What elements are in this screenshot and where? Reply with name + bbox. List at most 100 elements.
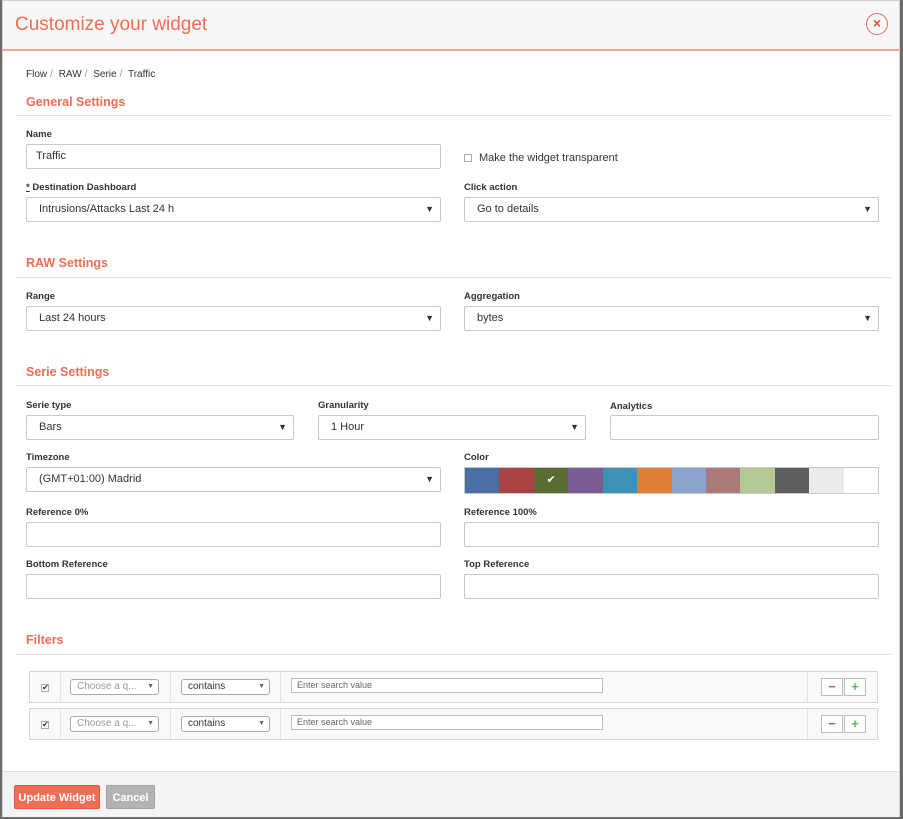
filter-row: ✔ Choose a q... ▼ contains ▼ Enter search … [29,671,878,703]
filter-operator-value: contains [188,681,226,692]
add-filter-button[interactable]: + [844,715,866,733]
reference-0-label: Reference 0% [26,507,89,518]
modal-footer: Update Widget Cancel [3,771,899,817]
range-label: Range [26,291,56,302]
filter-field-select[interactable]: Choose a q... ▼ [70,716,159,732]
click-action-value: Go to details [477,203,539,215]
add-filter-button[interactable]: + [844,678,866,696]
general-settings-heading: General Settings [26,95,126,109]
color-swatch[interactable] [602,468,638,493]
reference-100-label: Reference 100% [464,507,537,518]
filter-enabled-checkbox[interactable]: ✔ [41,684,49,692]
top-reference-label: Top Reference [464,559,530,570]
transparent-label: Make the widget transparent [479,152,618,164]
aggregation-value: bytes [477,312,504,324]
modal-header: Customize your widget × [3,1,899,51]
filters-table: ✔ Choose a q... ▼ contains ▼ Enter search … [29,671,878,745]
breadcrumb-item: Traffic [127,69,156,80]
granularity-select[interactable]: 1 Hour ▼ [318,415,586,440]
remove-filter-button[interactable]: − [821,715,843,733]
color-swatch[interactable] [568,468,603,493]
color-palette: ✔ [464,467,879,494]
caret-down-icon: ▼ [147,683,154,690]
serie-type-label: Serie type [26,400,72,411]
destination-dashboard-label-text: Destination Dashboard [32,182,137,193]
filter-field-select[interactable]: Choose a q... ▼ [70,679,159,695]
breadcrumb: Flow / RAW / Serie / Traffic [26,69,156,80]
caret-down-icon: ▼ [258,720,265,727]
serie-type-select[interactable]: Bars ▼ [26,415,294,440]
granularity-value: 1 Hour [331,421,365,433]
analytics-input[interactable] [610,415,879,440]
close-icon[interactable]: × [866,13,888,35]
caret-down-icon: ▼ [863,204,872,214]
cancel-button[interactable]: Cancel [106,785,155,809]
color-swatch[interactable] [843,468,879,493]
filter-field-placeholder: Choose a q... [77,718,137,729]
breadcrumb-item[interactable]: RAW [59,69,82,80]
top-reference-input[interactable] [464,574,879,599]
filter-value-input[interactable]: Enter search value [291,715,603,730]
divider [15,115,891,116]
range-value: Last 24 hours [39,312,106,324]
name-input[interactable]: Traffic [26,144,441,169]
serie-settings-heading: Serie Settings [26,365,110,379]
caret-down-icon: ▼ [863,313,872,323]
customize-widget-modal: Customize your widget × Flow / RAW / Serie… [2,0,900,817]
filter-field-placeholder: Choose a q... [77,681,137,692]
caret-down-icon: ▼ [425,474,434,484]
click-action-label: Click action [464,182,518,193]
range-select[interactable]: Last 24 hours ▼ [26,306,441,331]
color-swatch[interactable] [465,468,500,493]
check-icon: ✔ [546,474,556,486]
transparent-checkbox[interactable] [464,154,472,162]
breadcrumb-item[interactable]: Flow [26,69,47,80]
aggregation-select[interactable]: bytes ▼ [464,306,879,331]
caret-down-icon: ▼ [278,422,287,432]
color-swatch[interactable] [774,468,810,493]
bottom-reference-label: Bottom Reference [26,559,108,570]
click-action-select[interactable]: Go to details ▼ [464,197,879,222]
timezone-value: (GMT+01:00) Madrid [39,473,142,485]
update-widget-button[interactable]: Update Widget [14,785,100,809]
reference-0-input[interactable] [26,522,441,547]
filters-heading: Filters [26,633,64,647]
destination-dashboard-value: Intrusions/Attacks Last 24 h [39,203,175,215]
destination-dashboard-label: * Destination Dashboard [26,182,136,193]
divider [15,385,891,386]
color-swatch[interactable] [740,468,775,493]
color-swatch[interactable] [671,468,706,493]
color-swatch[interactable] [499,468,534,493]
color-swatch[interactable]: ✔ [533,468,569,493]
caret-down-icon: ▼ [425,204,434,214]
caret-down-icon: ▼ [425,313,434,323]
name-label: Name [26,129,52,140]
divider [15,277,891,278]
bottom-reference-input[interactable] [26,574,441,599]
divider [15,654,891,655]
caret-down-icon: ▼ [147,720,154,727]
analytics-label: Analytics [610,401,653,412]
filter-row: ✔ Choose a q... ▼ contains ▼ Enter search … [29,708,878,740]
color-swatch[interactable] [809,468,844,493]
required-marker: * [26,182,30,193]
timezone-label: Timezone [26,452,70,463]
filter-operator-select[interactable]: contains ▼ [181,679,270,695]
reference-100-input[interactable] [464,522,879,547]
aggregation-label: Aggregation [464,291,520,302]
caret-down-icon: ▼ [570,422,579,432]
timezone-select[interactable]: (GMT+01:00) Madrid ▼ [26,467,441,492]
caret-down-icon: ▼ [258,683,265,690]
destination-dashboard-select[interactable]: Intrusions/Attacks Last 24 h ▼ [26,197,441,222]
filter-enabled-checkbox[interactable]: ✔ [41,721,49,729]
granularity-label: Granularity [318,400,369,411]
color-swatch[interactable] [705,468,741,493]
color-swatch[interactable] [637,468,672,493]
filter-operator-value: contains [188,718,226,729]
filter-operator-select[interactable]: contains ▼ [181,716,270,732]
breadcrumb-item[interactable]: Serie [93,69,116,80]
filter-value-input[interactable]: Enter search value [291,678,603,693]
remove-filter-button[interactable]: − [821,678,843,696]
raw-settings-heading: RAW Settings [26,256,108,270]
color-label: Color [464,452,489,463]
